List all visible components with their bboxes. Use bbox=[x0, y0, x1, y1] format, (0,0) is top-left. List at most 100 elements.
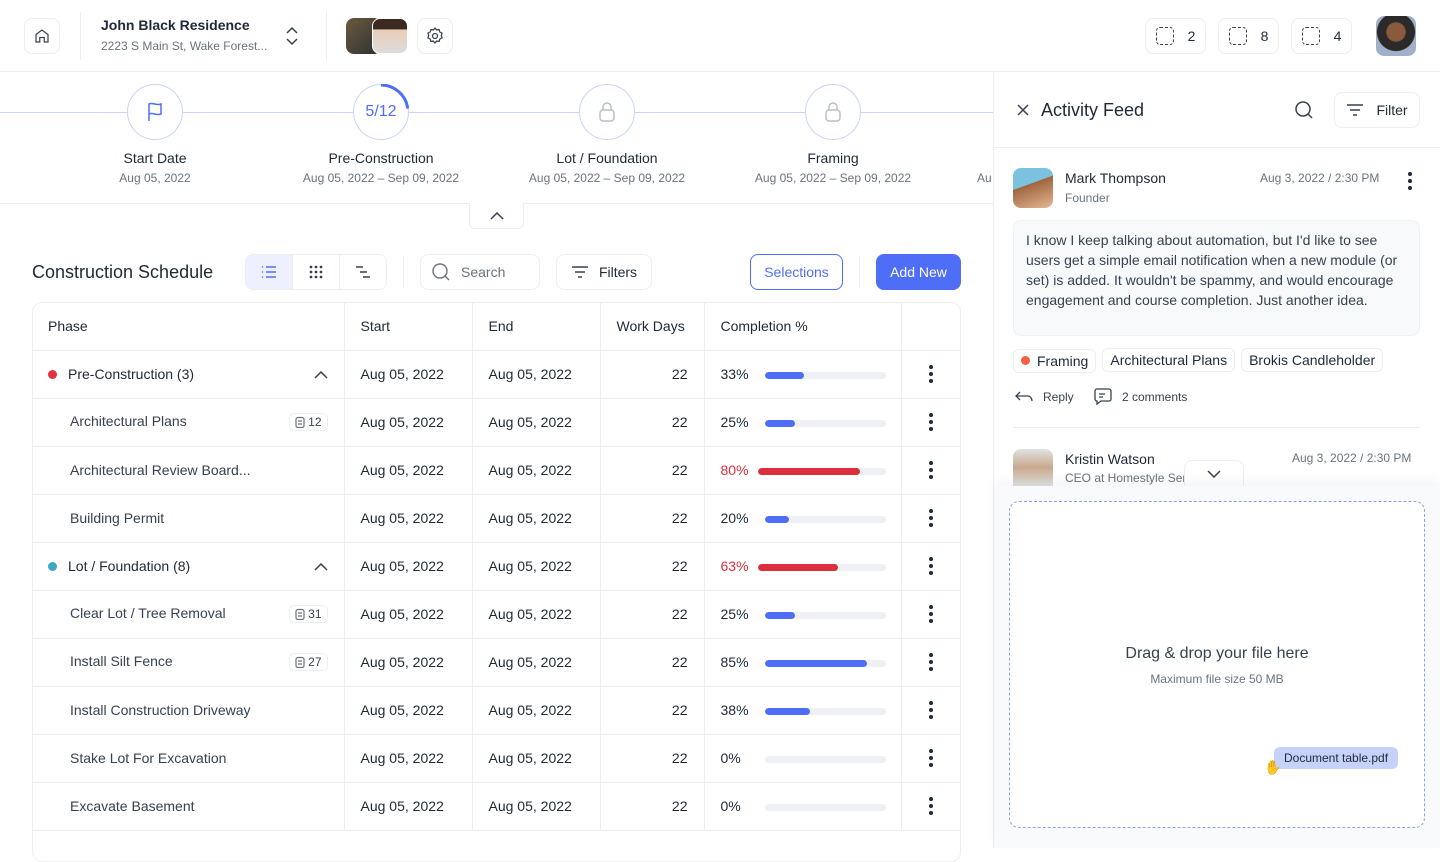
list-view-button[interactable] bbox=[246, 255, 293, 289]
counter-button[interactable]: 4 bbox=[1291, 18, 1352, 54]
table-row[interactable]: Install Construction Driveway Aug 05, 202… bbox=[32, 686, 961, 735]
column-header-start[interactable]: Start bbox=[344, 302, 473, 351]
table-row[interactable]: Architectural Review Board... Aug 05, 202… bbox=[32, 446, 961, 495]
counter-value: 8 bbox=[1260, 28, 1269, 44]
author-name[interactable]: Mark Thompson bbox=[1065, 170, 1166, 186]
task-name[interactable]: Excavate Basement bbox=[48, 798, 195, 814]
task-name[interactable]: Architectural Review Board... bbox=[48, 462, 251, 478]
row-actions-cell[interactable] bbox=[901, 398, 961, 447]
author-name[interactable]: Kristin Watson bbox=[1065, 451, 1155, 467]
timeline-node-pre-construction[interactable]: 5/12 bbox=[353, 84, 409, 140]
close-panel-button[interactable] bbox=[1016, 103, 1030, 120]
more-options-icon[interactable] bbox=[918, 509, 946, 527]
grid-view-button[interactable] bbox=[293, 255, 340, 289]
row-actions-cell[interactable] bbox=[901, 590, 961, 639]
task-name[interactable]: Clear Lot / Tree Removal bbox=[48, 605, 226, 621]
file-dropzone[interactable]: Drag & drop your file here Maximum file … bbox=[1009, 501, 1425, 828]
search-input[interactable]: Search bbox=[420, 254, 540, 290]
tag-brokis-candleholder[interactable]: Brokis Candleholder bbox=[1241, 348, 1384, 372]
row-actions-cell[interactable] bbox=[901, 638, 961, 687]
counter-button[interactable]: 2 bbox=[1145, 18, 1206, 54]
more-options-icon[interactable] bbox=[918, 653, 946, 671]
task-name[interactable]: Install Construction Driveway bbox=[48, 702, 251, 718]
more-options-icon[interactable] bbox=[918, 701, 946, 719]
row-actions-cell[interactable] bbox=[901, 494, 961, 543]
task-name[interactable]: Stake Lot For Excavation bbox=[48, 750, 226, 766]
end-cell: Aug 05, 2022 bbox=[472, 446, 601, 495]
more-options-icon[interactable] bbox=[918, 749, 946, 767]
group-row[interactable]: Lot / Foundation (8) Aug 05, 2022 Aug 05, … bbox=[32, 542, 961, 591]
attachment-badge[interactable]: 27 bbox=[289, 653, 328, 671]
scroll-down-button[interactable] bbox=[1184, 460, 1244, 486]
completion-bar bbox=[764, 515, 886, 523]
table-row[interactable]: Clear Lot / Tree Removal 31 Aug 05, 2022 Au… bbox=[32, 590, 961, 639]
group-name: Lot / Foundation (8) bbox=[68, 558, 191, 574]
more-options-icon[interactable] bbox=[918, 557, 946, 575]
timeline-node-framing[interactable] bbox=[805, 84, 861, 140]
panel-title: Activity Feed bbox=[1041, 100, 1145, 120]
row-actions-cell[interactable] bbox=[901, 782, 961, 831]
group-row[interactable]: Pre-Construction (3) Aug 05, 2022 Aug 05, … bbox=[32, 350, 961, 399]
collapse-timeline-button[interactable] bbox=[469, 203, 524, 229]
column-header-completion[interactable]: Completion % bbox=[704, 302, 902, 351]
dragged-file-chip[interactable]: Document table.pdf bbox=[1274, 747, 1399, 769]
chevron-up-icon[interactable] bbox=[313, 563, 328, 571]
timeline-node-start[interactable] bbox=[127, 84, 183, 140]
author-avatar[interactable] bbox=[1013, 168, 1053, 208]
post-time: Aug 3, 2022 / 2:30 PM bbox=[1260, 171, 1380, 185]
comments-button[interactable]: 2 comments bbox=[1094, 388, 1187, 405]
task-name[interactable]: Building Permit bbox=[48, 510, 164, 526]
feed-filter-button[interactable]: Filter bbox=[1334, 92, 1420, 128]
tag-framing[interactable]: Framing bbox=[1013, 348, 1097, 373]
user-avatar[interactable] bbox=[1376, 16, 1416, 56]
gantt-view-button[interactable] bbox=[340, 255, 386, 289]
attachment-badge[interactable]: 12 bbox=[289, 413, 328, 431]
tag-architectural-plans[interactable]: Architectural Plans bbox=[1102, 348, 1236, 372]
table-row[interactable]: Excavate Basement Aug 05, 2022 Aug 05, 202… bbox=[32, 782, 961, 831]
author-avatar[interactable] bbox=[1013, 449, 1053, 486]
row-actions-cell[interactable] bbox=[901, 350, 961, 399]
reply-button[interactable]: Reply bbox=[1015, 390, 1074, 404]
feed-search-button[interactable] bbox=[1294, 100, 1314, 123]
project-switcher-chevron-icon[interactable] bbox=[284, 24, 300, 51]
more-options-icon[interactable] bbox=[918, 797, 946, 815]
gantt-icon bbox=[356, 266, 370, 278]
team-avatar[interactable] bbox=[372, 18, 408, 54]
row-actions-cell[interactable] bbox=[901, 542, 961, 591]
table-row[interactable]: Stake Lot For Excavation Aug 05, 2022 Aug … bbox=[32, 734, 961, 783]
table-row[interactable]: Install Silt Fence 27 Aug 05, 2022 Aug 05, … bbox=[32, 638, 961, 687]
attachment-badge[interactable]: 31 bbox=[289, 605, 328, 623]
column-header-work-days[interactable]: Work Days bbox=[600, 302, 705, 351]
filters-button[interactable]: Filters bbox=[556, 254, 652, 290]
row-actions-cell[interactable] bbox=[901, 686, 961, 735]
timeline-date: Aug 05, 2022 – Sep 09, 2022 bbox=[528, 171, 686, 185]
table-row[interactable]: Architectural Plans 12 Aug 05, 2022 Aug 05,… bbox=[32, 398, 961, 447]
column-header-phase[interactable]: Phase bbox=[32, 302, 345, 351]
work-days-cell: 22 bbox=[600, 542, 705, 591]
timeline-node-lot-foundation[interactable] bbox=[579, 84, 635, 140]
task-name[interactable]: Install Silt Fence bbox=[48, 653, 173, 669]
post-more-button[interactable] bbox=[1408, 172, 1412, 190]
more-options-icon[interactable] bbox=[918, 461, 946, 479]
schedule-table: Phase Start End Work Days Completion % P… bbox=[32, 302, 961, 831]
start-cell: Aug 05, 2022 bbox=[344, 350, 473, 399]
more-options-icon[interactable] bbox=[918, 413, 946, 431]
tag-label: Framing bbox=[1037, 352, 1089, 369]
chevron-up-icon[interactable] bbox=[313, 371, 328, 379]
column-header-end[interactable]: End bbox=[472, 302, 601, 351]
timeline-label: Framing bbox=[807, 150, 859, 166]
row-actions-cell[interactable] bbox=[901, 734, 961, 783]
table-row[interactable]: Building Permit Aug 05, 2022 Aug 05, 2022 2… bbox=[32, 494, 961, 543]
start-cell: Aug 05, 2022 bbox=[344, 542, 473, 591]
row-actions-cell[interactable] bbox=[901, 446, 961, 495]
settings-button[interactable] bbox=[417, 18, 453, 54]
selections-button[interactable]: Selections bbox=[750, 254, 843, 290]
home-button[interactable] bbox=[24, 18, 60, 54]
work-days-cell: 22 bbox=[600, 782, 705, 831]
counter-button[interactable]: 8 bbox=[1218, 18, 1279, 54]
more-options-icon[interactable] bbox=[918, 605, 946, 623]
more-options-icon[interactable] bbox=[918, 365, 946, 383]
add-new-button[interactable]: Add New bbox=[876, 254, 961, 290]
completion-cell: 0% bbox=[704, 782, 902, 831]
task-name[interactable]: Architectural Plans bbox=[48, 413, 187, 429]
